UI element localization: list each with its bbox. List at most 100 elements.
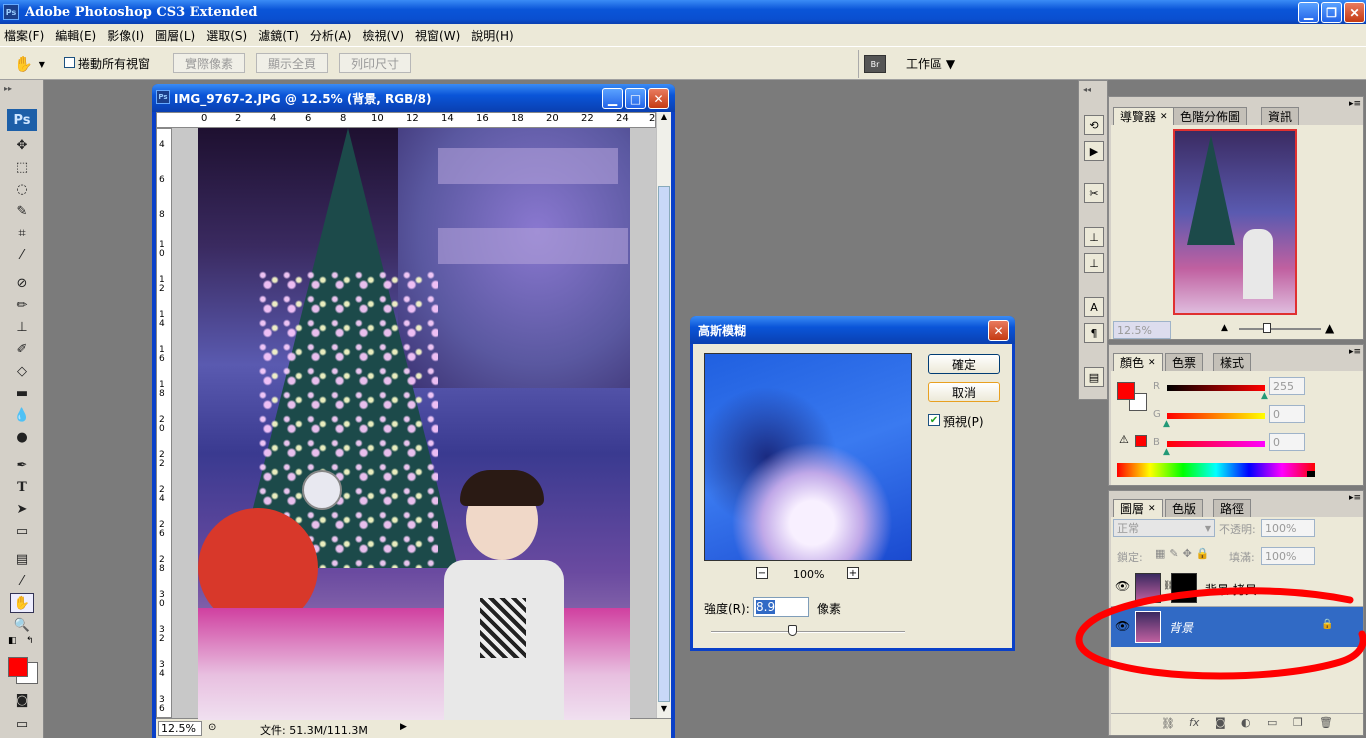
document-image[interactable] [198,128,630,720]
opacity-field[interactable]: 100% [1261,519,1315,537]
healing-brush-icon[interactable]: ⊘ [10,273,34,293]
radius-slider-thumb[interactable] [788,625,798,636]
cancel-button[interactable]: 取消 [928,382,1000,402]
scroll-up-icon[interactable]: ▲ [658,112,670,126]
eraser-tool-icon[interactable]: ◇ [10,361,34,381]
nav-zoom-out-icon[interactable]: ▲ [1221,323,1228,333]
doc-maximize-button[interactable]: □ [625,88,646,109]
hand-tool-icon[interactable]: ✋ [10,593,34,613]
menu-view[interactable]: 檢視(V) [362,27,404,44]
menu-analysis[interactable]: 分析(A) [310,27,352,44]
zoom-out-icon[interactable]: − [756,567,768,579]
doc-minimize-button[interactable]: ▁ [602,88,623,109]
panel-menu-icon[interactable]: ▸≡ [1349,99,1361,109]
hand-tool-preset[interactable]: ✋ ▼ [14,53,50,75]
type-tool-icon[interactable]: T [10,477,34,497]
doc-zoom-field[interactable]: 12.5% [158,721,202,736]
color-panel-menu-icon[interactable]: ▸≡ [1349,347,1361,357]
layers-panel-menu-icon[interactable]: ▸≡ [1349,493,1361,503]
default-colors-icon[interactable]: ◧ [8,636,17,646]
eyedropper-tool-icon[interactable]: ⁄ [10,245,34,265]
radius-input[interactable]: 8.9 [753,597,809,617]
r-thumb[interactable]: ▲ [1261,391,1268,401]
menu-layer[interactable]: 圖層(L) [155,27,195,44]
blur-tool-icon[interactable]: 💧 [10,405,34,425]
g-value[interactable]: 0 [1269,405,1305,423]
crop-tool-icon[interactable]: ⌗ [10,223,34,243]
doc-close-button[interactable]: ✕ [648,88,669,109]
gamut-color-chip[interactable] [1135,435,1147,447]
character-panel-icon[interactable]: A [1084,297,1104,317]
status-menu-icon[interactable]: ▶ [400,722,407,732]
move-tool-icon[interactable]: ✥ [10,135,34,155]
actual-pixels-button[interactable]: 實際像素 [173,53,245,73]
blend-mode-select[interactable]: 正常 ▼ [1113,519,1215,537]
zoom-in-icon[interactable]: + [847,567,859,579]
b-slider[interactable] [1167,441,1265,447]
nav-zoom-thumb[interactable] [1263,323,1271,333]
actions-panel-icon[interactable]: ▶ [1084,141,1104,161]
menu-edit[interactable]: 編輯(E) [55,27,96,44]
blur-preview[interactable] [704,353,912,561]
nav-zoom-slider[interactable] [1239,328,1321,330]
pen-tool-icon[interactable]: ✒ [10,455,34,475]
zoom-tool-icon[interactable]: 🔍 [10,615,34,635]
menu-filter[interactable]: 濾鏡(T) [258,27,299,44]
nav-zoom-field[interactable]: 12.5% [1113,321,1171,339]
preview-checkbox[interactable]: ✔ [928,414,940,426]
swap-colors-icon[interactable]: ↰ [26,636,34,646]
group-icon[interactable]: ▭ [1267,716,1277,729]
marquee-tool-icon[interactable]: ⬚ [10,157,34,177]
tab-info[interactable]: 資訊 [1261,107,1300,125]
paragraph-panel-icon[interactable]: ¶ [1084,323,1104,343]
menu-help[interactable]: 說明(H) [471,27,513,44]
tab-paths[interactable]: 路徑 [1213,499,1252,517]
history-brush-icon[interactable]: ✐ [10,339,34,359]
tab-color[interactable]: 顏色 ✕ [1113,353,1163,371]
notes-tool-icon[interactable]: ▤ [10,549,34,569]
tool-presets-icon[interactable]: ✂ [1084,183,1104,203]
ps-logo[interactable]: Ps [7,109,37,131]
tab-channels[interactable]: 色版 [1165,499,1204,517]
path-selection-icon[interactable]: ➤ [10,499,34,519]
minimize-button[interactable]: ▁ [1298,2,1319,23]
tab-navigator[interactable]: 導覽器 ✕ [1113,107,1175,125]
shape-tool-icon[interactable]: ▭ [10,521,34,541]
ok-button[interactable]: 確定 [928,354,1000,374]
menu-image[interactable]: 影像(I) [107,27,144,44]
brushes-panel-icon[interactable]: ⊥ [1084,227,1104,247]
menu-select[interactable]: 選取(S) [206,27,247,44]
fx-icon[interactable]: fx [1189,716,1199,729]
menu-window[interactable]: 視窗(W) [415,27,460,44]
layer-comps-icon[interactable]: ▤ [1084,367,1104,387]
fill-field[interactable]: 100% [1261,547,1315,565]
fg-color-chip[interactable] [1117,382,1135,400]
new-layer-icon[interactable]: ❐ [1293,716,1303,729]
dock-collapse-icon[interactable]: ◂◂ [1083,85,1091,94]
scroll-down-icon[interactable]: ▼ [658,704,670,718]
nav-zoom-in-icon[interactable]: ▲ [1325,321,1334,335]
foreground-color-swatch[interactable] [8,657,28,677]
history-panel-icon[interactable]: ⟲ [1084,115,1104,135]
tab-styles[interactable]: 樣式 [1213,353,1252,371]
vertical-scrollbar[interactable]: ▲ ▼ [656,112,671,718]
g-slider[interactable] [1167,413,1265,419]
brush-tool-icon[interactable]: ✏ [10,295,34,315]
r-slider[interactable] [1167,385,1265,391]
color-sampler-icon[interactable]: ⁄ [10,571,34,591]
clone-source-icon[interactable]: ⊥ [1084,253,1104,273]
restore-button[interactable]: ❐ [1321,2,1342,23]
status-icon[interactable]: ⊙ [208,722,216,733]
tab-histogram[interactable]: 色階分佈圖 [1173,107,1248,125]
navigator-thumbnail[interactable] [1173,129,1297,315]
screen-mode-icon[interactable]: ▭ [10,714,34,734]
magic-wand-icon[interactable]: ✎ [10,201,34,221]
g-thumb[interactable]: ▲ [1163,419,1170,429]
dodge-tool-icon[interactable]: ● [10,427,34,447]
menu-file[interactable]: 檔案(F) [4,27,44,44]
b-thumb[interactable]: ▲ [1163,447,1170,457]
close-button[interactable]: ✕ [1344,2,1365,23]
gradient-tool-icon[interactable]: ▬ [10,383,34,403]
spectrum-black-chip[interactable] [1307,471,1315,477]
radius-slider-track[interactable] [711,631,905,633]
